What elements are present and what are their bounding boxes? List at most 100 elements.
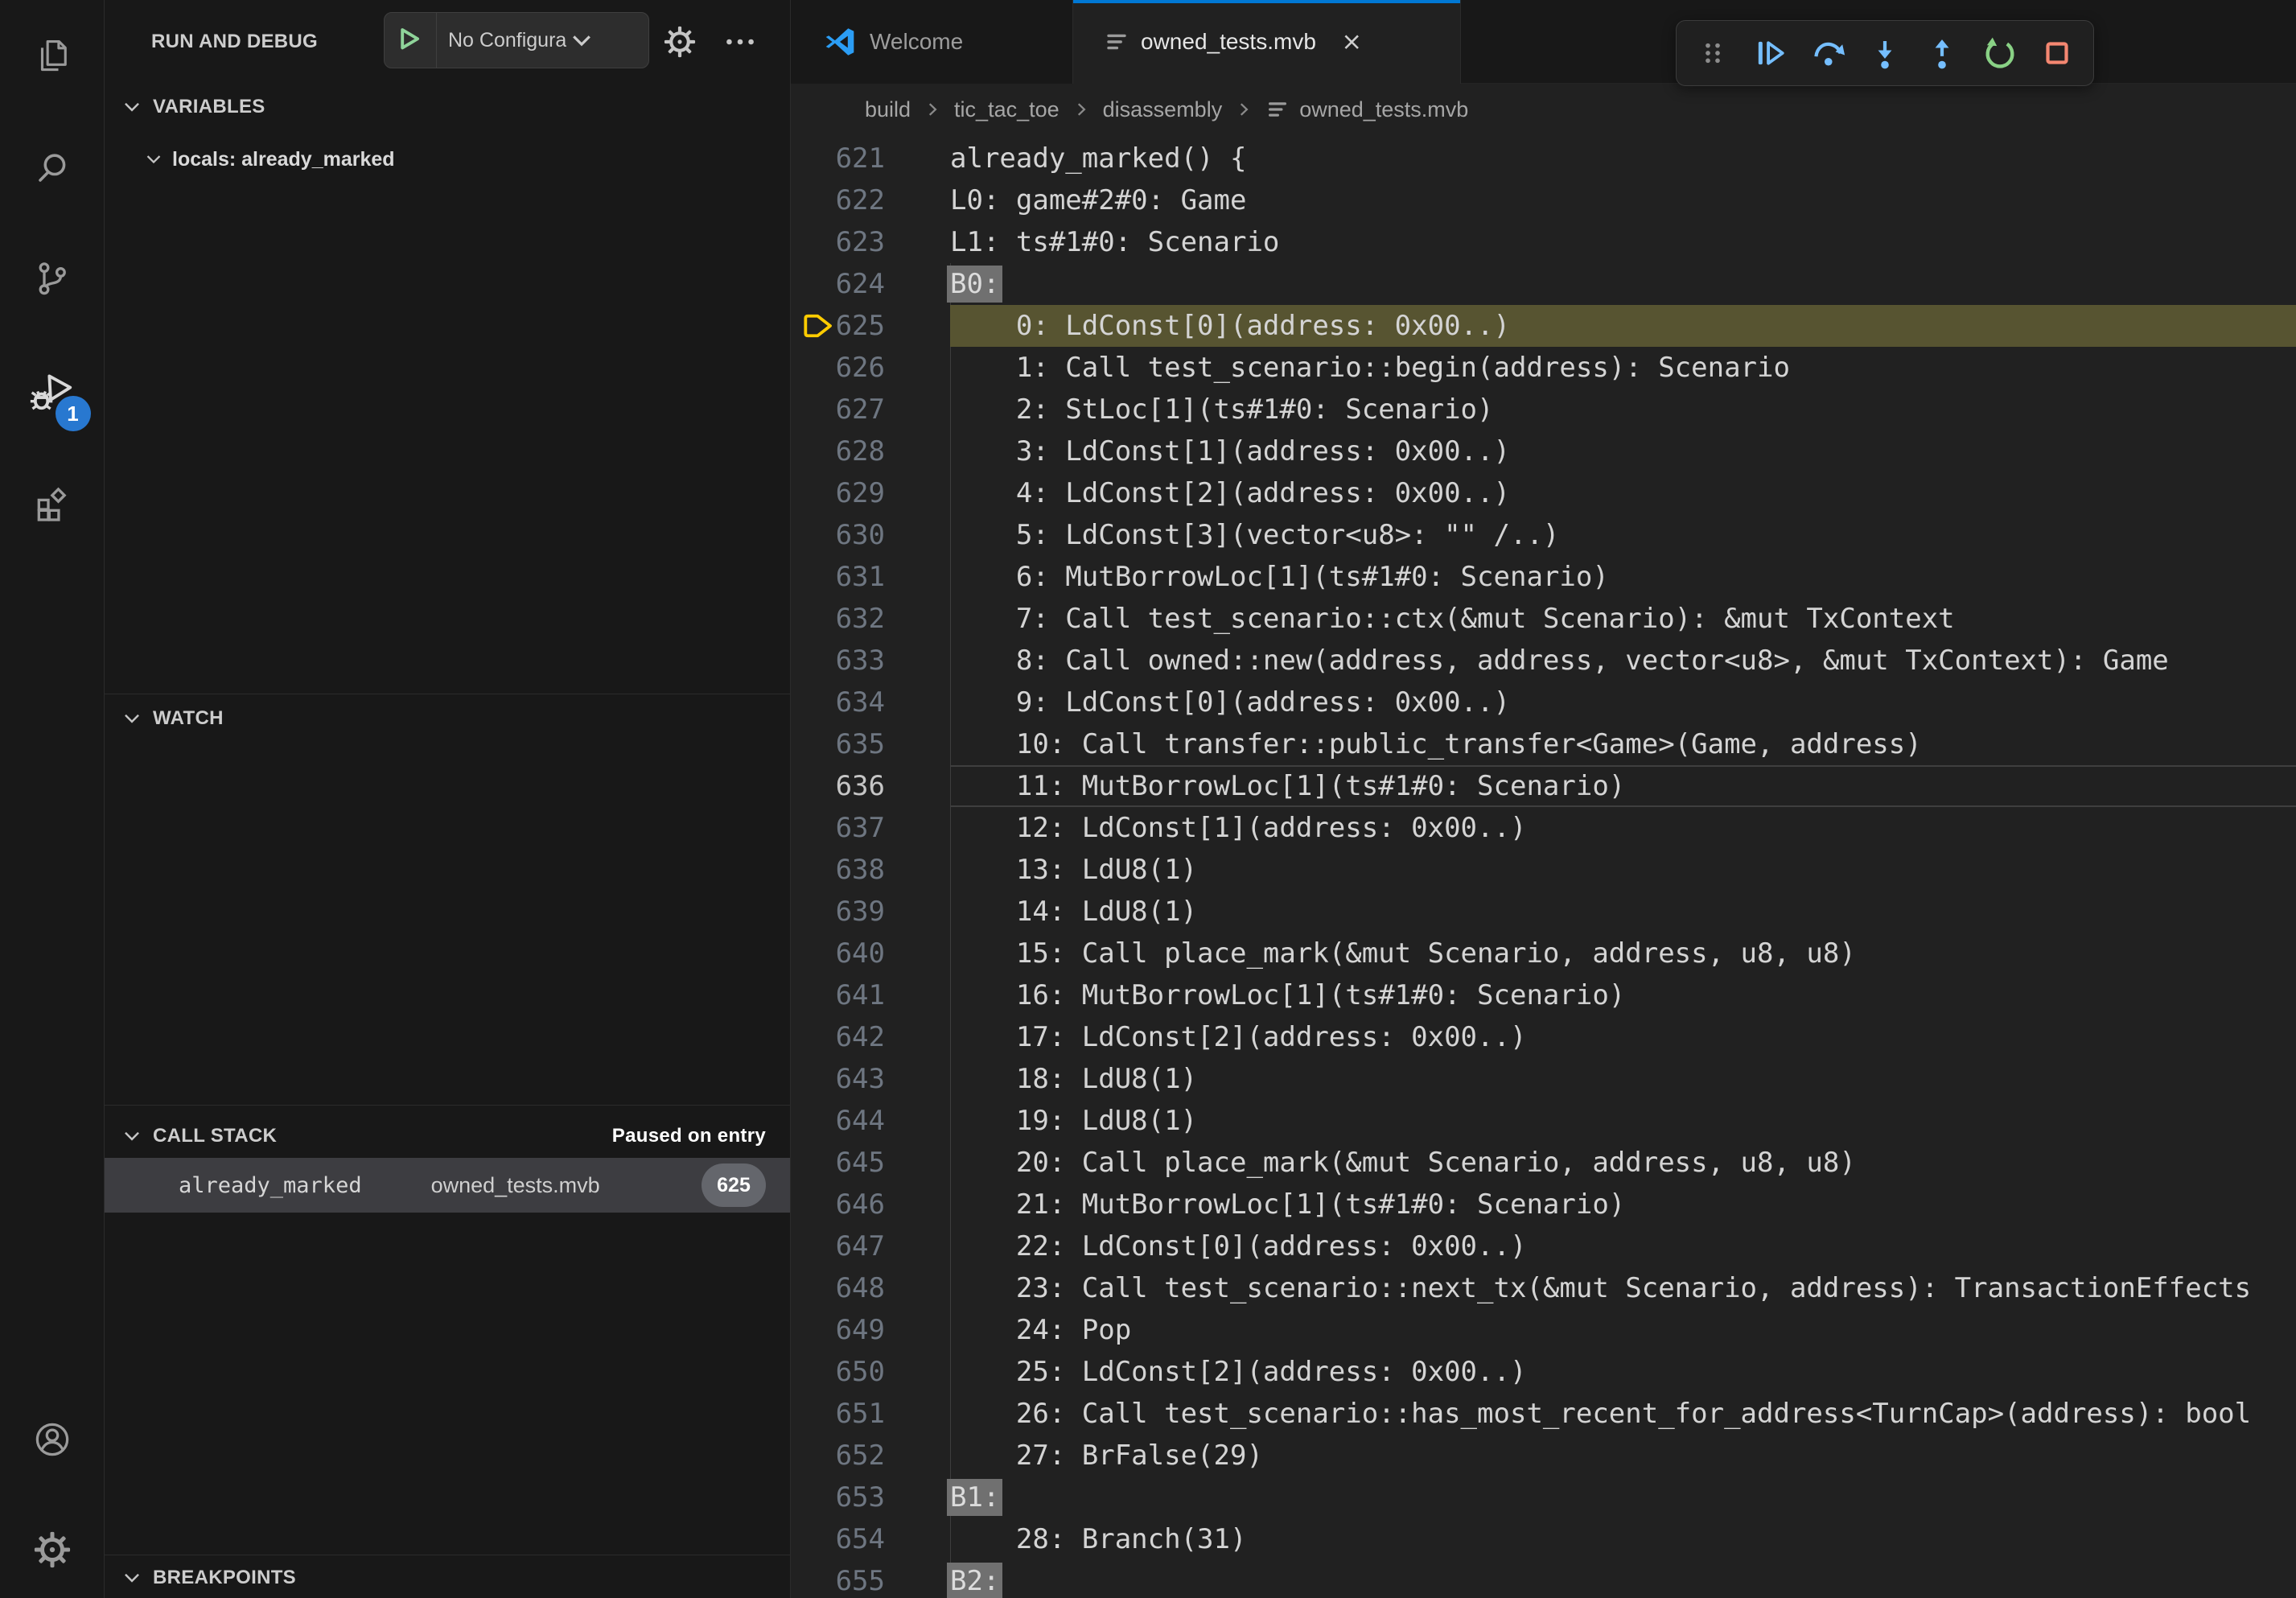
line-number[interactable]: 646 [791, 1184, 950, 1225]
step-out-button[interactable] [1915, 27, 1969, 80]
line-number[interactable]: 629 [791, 472, 950, 514]
breadcrumb-item[interactable]: tic_tac_toe [954, 97, 1060, 122]
close-icon[interactable] [1335, 26, 1368, 58]
line-number[interactable]: 652 [791, 1435, 950, 1477]
code-text[interactable]: 18: LdU8(1) [950, 1058, 2296, 1100]
code-text[interactable]: 13: LdU8(1) [950, 849, 2296, 891]
line-number[interactable]: 628 [791, 430, 950, 472]
code-text[interactable]: 27: BrFalse(29) [950, 1435, 2296, 1477]
settings-button[interactable] [19, 1516, 86, 1584]
stop-button[interactable] [2031, 27, 2084, 80]
code-text[interactable]: B1: [950, 1477, 2296, 1518]
tab-owned-tests[interactable]: owned_tests.mvb [1073, 0, 1461, 84]
section-header-breakpoints[interactable]: BREAKPOINTS [105, 1558, 790, 1598]
sidebar-item-source-control[interactable] [19, 245, 86, 312]
sidebar-item-search[interactable] [19, 134, 86, 202]
breadcrumb-item[interactable]: owned_tests.mvb [1299, 97, 1468, 122]
code-text[interactable]: 10: Call transfer::public_transfer<Game>… [950, 723, 2296, 765]
variables-scope-row[interactable]: locals: already_marked [105, 138, 790, 180]
toolbar-drag-handle[interactable] [1686, 27, 1739, 80]
line-number[interactable]: 622 [791, 179, 950, 221]
line-number[interactable]: 630 [791, 514, 950, 556]
line-number[interactable]: 631 [791, 556, 950, 598]
line-number[interactable]: 632 [791, 598, 950, 640]
line-number[interactable]: 647 [791, 1225, 950, 1267]
line-number[interactable]: 636 [791, 765, 950, 807]
views-more-actions-button[interactable] [718, 19, 763, 64]
line-number[interactable]: 625 [791, 305, 950, 347]
line-number[interactable]: 650 [791, 1351, 950, 1393]
code-text[interactable]: 22: LdConst[0](address: 0x00..) [950, 1225, 2296, 1267]
line-number[interactable]: 655 [791, 1560, 950, 1598]
code-text[interactable]: 20: Call place_mark(&mut Scenario, addre… [950, 1142, 2296, 1184]
code-text[interactable]: 15: Call place_mark(&mut Scenario, addre… [950, 933, 2296, 974]
code-text[interactable]: already_marked() { [950, 138, 2296, 179]
call-stack-frame-row[interactable]: already_marked owned_tests.mvb 625 [105, 1158, 790, 1213]
line-number[interactable]: 626 [791, 347, 950, 389]
code-text[interactable]: 8: Call owned::new(address, address, vec… [950, 640, 2296, 682]
sidebar-item-explorer[interactable] [19, 22, 86, 89]
sidebar-item-run-and-debug[interactable]: 1 [19, 357, 86, 425]
code-text[interactable]: 23: Call test_scenario::next_tx(&mut Sce… [950, 1267, 2296, 1309]
code-text[interactable]: 3: LdConst[1](address: 0x00..) [950, 430, 2296, 472]
code-text[interactable]: 17: LdConst[2](address: 0x00..) [950, 1016, 2296, 1058]
line-number[interactable]: 653 [791, 1477, 950, 1518]
code-text[interactable]: 14: LdU8(1) [950, 891, 2296, 933]
line-number[interactable]: 651 [791, 1393, 950, 1435]
chevron-down-icon[interactable] [568, 27, 595, 54]
line-number[interactable]: 640 [791, 933, 950, 974]
line-number[interactable]: 641 [791, 974, 950, 1016]
code-text[interactable]: 2: StLoc[1](ts#1#0: Scenario) [950, 389, 2296, 430]
code-text[interactable]: L1: ts#1#0: Scenario [950, 221, 2296, 263]
step-into-button[interactable] [1858, 27, 1911, 80]
account-button[interactable] [19, 1406, 86, 1473]
line-number[interactable]: 634 [791, 682, 950, 723]
line-number[interactable]: 644 [791, 1100, 950, 1142]
code-text[interactable]: 1: Call test_scenario::begin(address): S… [950, 347, 2296, 389]
step-over-button[interactable] [1801, 27, 1854, 80]
line-number[interactable]: 621 [791, 138, 950, 179]
line-number[interactable]: 649 [791, 1309, 950, 1351]
line-number[interactable]: 623 [791, 221, 950, 263]
code-text[interactable]: L0: game#2#0: Game [950, 179, 2296, 221]
line-number[interactable]: 648 [791, 1267, 950, 1309]
tab-welcome[interactable]: Welcome [791, 0, 1073, 84]
code-text[interactable]: 25: LdConst[2](address: 0x00..) [950, 1351, 2296, 1393]
line-number[interactable]: 624 [791, 263, 950, 305]
code-text[interactable]: 24: Pop [950, 1309, 2296, 1351]
code-editor[interactable]: 621already_marked() {622L0: game#2#0: Ga… [791, 135, 2296, 1598]
breadcrumb-item[interactable]: disassembly [1103, 97, 1223, 122]
line-number[interactable]: 635 [791, 723, 950, 765]
code-text[interactable]: B0: [950, 263, 2296, 305]
start-debug-button[interactable] [385, 13, 437, 68]
code-text[interactable]: 28: Branch(31) [950, 1518, 2296, 1560]
code-text[interactable]: 9: LdConst[0](address: 0x00..) [950, 682, 2296, 723]
code-text[interactable]: 16: MutBorrowLoc[1](ts#1#0: Scenario) [950, 974, 2296, 1016]
line-number[interactable]: 643 [791, 1058, 950, 1100]
code-text[interactable]: 4: LdConst[2](address: 0x00..) [950, 472, 2296, 514]
continue-button[interactable] [1743, 27, 1796, 80]
line-number[interactable]: 638 [791, 849, 950, 891]
line-number[interactable]: 627 [791, 389, 950, 430]
code-text[interactable]: 5: LdConst[3](vector<u8>: "" /..) [950, 514, 2296, 556]
code-text[interactable]: 12: LdConst[1](address: 0x00..) [950, 807, 2296, 849]
code-text[interactable]: 26: Call test_scenario::has_most_recent_… [950, 1393, 2296, 1435]
debug-config-dropdown[interactable]: No Configura [448, 29, 566, 52]
code-text[interactable]: 6: MutBorrowLoc[1](ts#1#0: Scenario) [950, 556, 2296, 598]
section-header-watch[interactable]: WATCH [105, 697, 790, 740]
line-number[interactable]: 642 [791, 1016, 950, 1058]
restart-button[interactable] [1973, 27, 2026, 80]
code-text[interactable]: 11: MutBorrowLoc[1](ts#1#0: Scenario) [950, 765, 2296, 807]
code-text[interactable]: 7: Call test_scenario::ctx(&mut Scenario… [950, 598, 2296, 640]
code-text[interactable]: 21: MutBorrowLoc[1](ts#1#0: Scenario) [950, 1184, 2296, 1225]
code-text[interactable]: 19: LdU8(1) [950, 1100, 2296, 1142]
line-number[interactable]: 633 [791, 640, 950, 682]
debug-settings-gear-button[interactable] [657, 19, 702, 64]
code-text[interactable]: B2: [950, 1560, 2296, 1598]
section-header-call-stack[interactable]: CALL STACK Paused on entry [105, 1114, 790, 1158]
breadcrumb-item[interactable]: build [865, 97, 911, 122]
line-number[interactable]: 639 [791, 891, 950, 933]
section-header-variables[interactable]: VARIABLES [105, 85, 790, 129]
line-number[interactable]: 645 [791, 1142, 950, 1184]
line-number[interactable]: 654 [791, 1518, 950, 1560]
